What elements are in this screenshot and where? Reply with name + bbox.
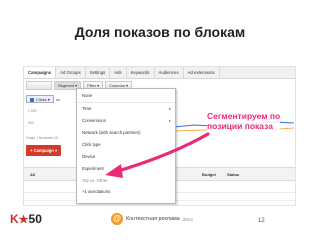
segment-menu-item-network[interactable]: Network (with search partners) bbox=[82, 130, 141, 135]
segment-menu-item-top-vs-other[interactable]: Top vs. Other bbox=[82, 178, 108, 183]
segment-menu: None Time ▸ Conversions ▸ Network (with … bbox=[76, 88, 176, 204]
tab-campaigns[interactable]: Campaigns bbox=[24, 67, 57, 78]
chart-y-label: 1,000 bbox=[28, 109, 37, 113]
segment-menu-item-conversions[interactable]: Conversions bbox=[82, 118, 106, 123]
conference-year: 2013 bbox=[182, 216, 193, 222]
segment-menu-item-time[interactable]: Time bbox=[82, 106, 91, 111]
segment-menu-item-click-type[interactable]: Click type bbox=[82, 142, 101, 147]
conference-name: Контекстная реклама bbox=[126, 216, 180, 222]
segment-annotation: Сегментируем по позиции показа bbox=[207, 111, 281, 131]
submenu-arrow-icon: ▸ bbox=[168, 106, 171, 111]
submenu-arrow-icon: ▸ bbox=[168, 118, 171, 123]
add-campaign-button[interactable]: + Campaign ▾ bbox=[26, 145, 62, 156]
segment-menu-item-plus-one-annotations[interactable]: +1 annotations bbox=[82, 189, 110, 194]
col-budget[interactable]: Budget bbox=[202, 172, 216, 177]
metric-selector[interactable]: Clicks ▾ bbox=[26, 95, 54, 103]
annotation-line-1: Сегментируем по bbox=[207, 111, 281, 121]
tab-ad-extensions[interactable]: Ad extensions bbox=[184, 67, 220, 78]
adwords-screenshot: Campaigns Ad Groups Settings Ads Keyword… bbox=[23, 66, 296, 206]
segment-menu-item-none[interactable]: None bbox=[82, 93, 92, 98]
series-color-swatch bbox=[30, 97, 34, 102]
tab-ad-groups[interactable]: Ad Groups bbox=[56, 67, 86, 78]
tab-keywords[interactable]: Keywords bbox=[127, 67, 155, 78]
conference-logo: @ Контекстная реклама 2013 bbox=[111, 212, 193, 226]
metric-vs-label: vs bbox=[55, 96, 60, 102]
metric-selector-label: Clicks ▾ bbox=[36, 97, 50, 102]
menu-divider bbox=[77, 102, 175, 103]
annotation-line-2: позиции показа bbox=[207, 121, 273, 131]
star-icon: ★ bbox=[18, 214, 29, 226]
col-status[interactable]: Status bbox=[227, 172, 239, 177]
metric-selector-row: Clicks ▾ vs bbox=[26, 94, 60, 104]
segment-menu-item-device[interactable]: Device bbox=[82, 154, 95, 159]
at-sign-icon: @ bbox=[111, 213, 123, 225]
tab-settings[interactable]: Settings bbox=[86, 67, 111, 78]
col-checkbox-all[interactable]: All bbox=[30, 172, 35, 177]
campaign-tabs: Campaigns Ad Groups Settings Ads Keyword… bbox=[24, 67, 295, 79]
k50-logo: K★50 bbox=[10, 212, 42, 226]
slide-title: Доля показов по блокам bbox=[74, 24, 246, 40]
tab-ads[interactable]: Ads bbox=[110, 67, 127, 78]
segment-menu-item-experiment[interactable]: Experiment bbox=[82, 166, 104, 171]
all-campaigns-dropdown[interactable] bbox=[26, 81, 52, 90]
page-number: 12 bbox=[258, 218, 265, 224]
chart-tooltip-date: Friday, 1 November 20 bbox=[26, 136, 59, 140]
tab-audiences[interactable]: Audiences bbox=[155, 67, 184, 78]
chart-y-label: 500 bbox=[28, 121, 34, 125]
